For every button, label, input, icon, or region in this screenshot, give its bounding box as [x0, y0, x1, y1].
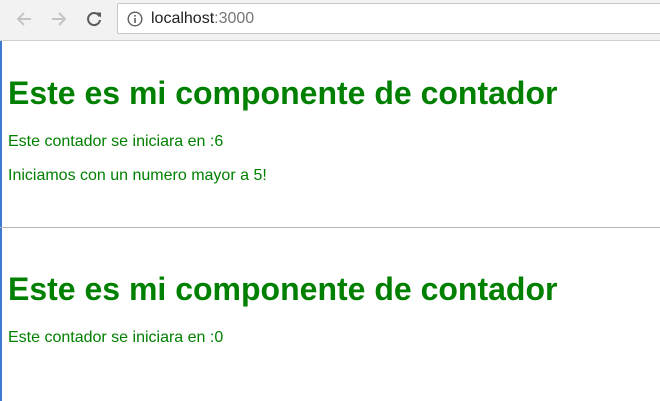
divider — [0, 227, 660, 228]
reload-icon — [87, 12, 101, 27]
url-host: localhost — [151, 10, 215, 27]
arrow-right-icon — [52, 12, 67, 26]
info-icon[interactable] — [127, 11, 143, 27]
back-button[interactable] — [13, 8, 35, 30]
address-bar[interactable]: localhost:3000 — [117, 3, 660, 34]
url-port: :3000 — [214, 10, 255, 27]
counter-component-1: Este es mi componente de contador Este c… — [8, 75, 557, 185]
url-text[interactable]: localhost:3000 — [151, 10, 254, 28]
reload-button[interactable] — [83, 8, 105, 30]
forward-button[interactable] — [48, 8, 70, 30]
counter-start-text: Este contador se iniciara en :6 — [8, 133, 224, 150]
browser-toolbar: localhost:3000 — [0, 0, 660, 41]
window-left-edge — [0, 40, 2, 401]
counter-start-text: Este contador se iniciara en :0 — [8, 329, 224, 346]
component-title: Este es mi componente de contador — [8, 271, 558, 307]
counter-message: Iniciamos con un numero mayor a 5! — [8, 167, 267, 184]
counter-component-2: Este es mi componente de contador Este c… — [8, 271, 557, 347]
component-title: Este es mi componente de contador — [8, 75, 558, 111]
arrow-left-icon — [16, 12, 31, 26]
